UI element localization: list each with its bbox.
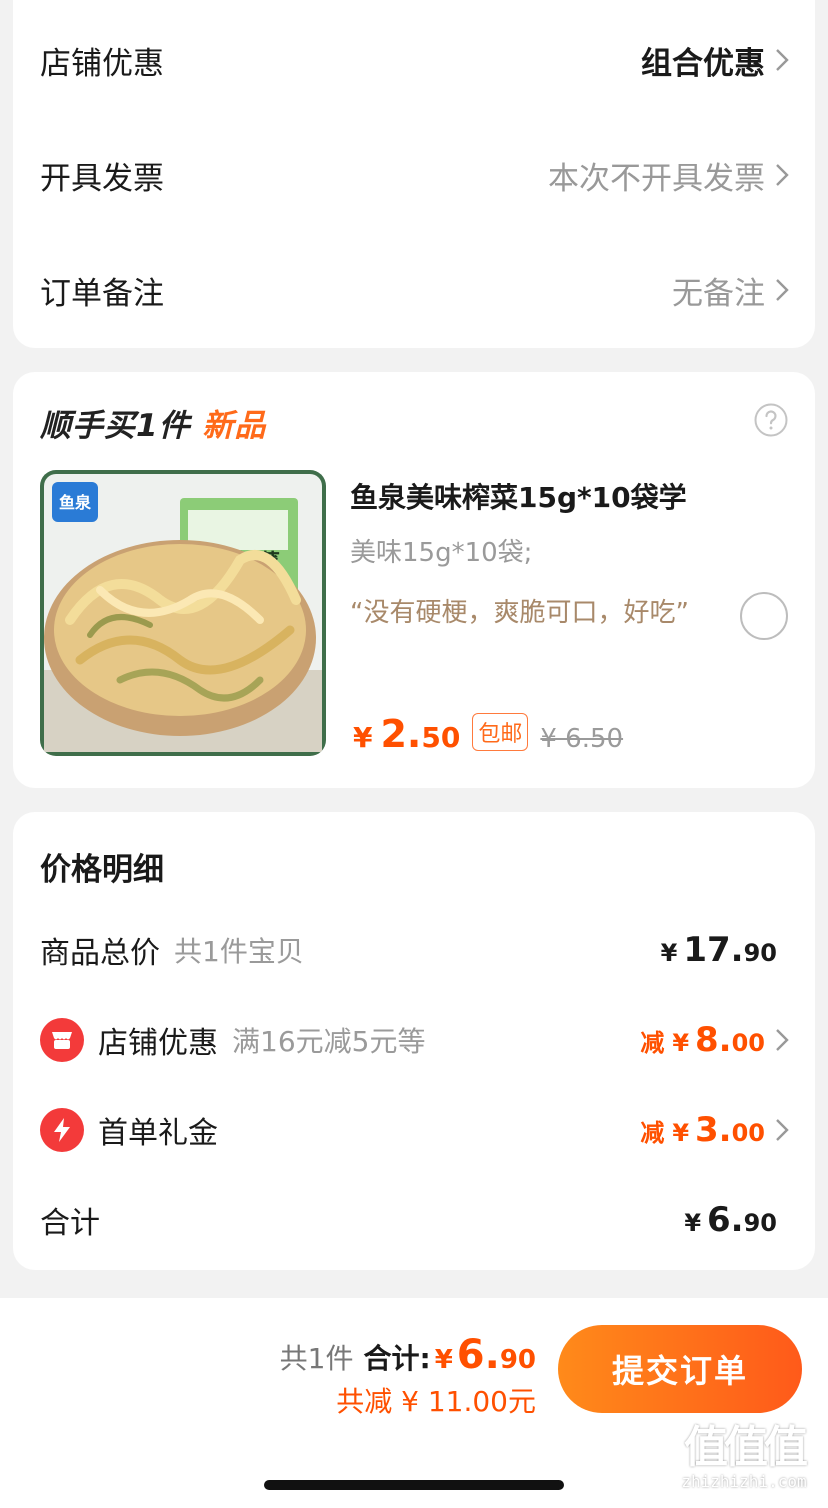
checkout-bar: 共1件 合计: ¥ 6. 90 共减 ¥ 11.00元 提交订单 值值值 zhi…: [0, 1298, 828, 1508]
shop-discount-row[interactable]: 店铺优惠 组合优惠: [13, 20, 815, 100]
minus-prefix: 减: [640, 1029, 665, 1057]
home-indicator[interactable]: [264, 1480, 564, 1490]
brand-logo: 鱼泉: [59, 493, 92, 512]
free-shipping-badge: 包邮: [472, 713, 529, 751]
minus-prefix: 减: [640, 1119, 665, 1147]
original-price: ¥ 6.50: [540, 724, 624, 754]
shop-discount-detail-sub: 满16元减5元等: [232, 1025, 426, 1058]
order-note-value: 无备注: [672, 275, 765, 312]
addon-title: 顺手买1件 新品: [40, 400, 266, 445]
shop-discount-detail-row[interactable]: 店铺优惠 满16元减5元等 减 ¥ 8. 00: [13, 1010, 815, 1070]
shop-discount-value: 组合优惠: [641, 45, 765, 82]
site-watermark: 值值值 zhizhizhi.com: [670, 1422, 818, 1492]
total-label: 合计: [40, 1206, 100, 1241]
pickle-bowl-image: 鱼泉榨菜 鱼泉: [40, 470, 326, 756]
amount-integer: 17.: [683, 930, 744, 970]
goods-total-sub: 共1件宝贝: [174, 935, 304, 968]
product-price: ¥ 2. 50 包邮 ¥ 6.50: [353, 712, 623, 757]
amount-decimal: 00: [731, 1119, 765, 1147]
price-integer: 2.: [380, 712, 422, 756]
invoice-row[interactable]: 开具发票 本次不开具发票: [13, 135, 815, 215]
addon-product-card: 顺手买1件 新品 鱼泉榨菜 鱼泉 鱼泉美味榨菜15g*10袋学 美味15g*10…: [13, 372, 815, 788]
watermark-url: zhizhizhi.com: [681, 1472, 807, 1491]
price-detail-card: 价格明细 商品总价 共1件宝贝 ¥ 17. 90 店铺优惠 满16元减5元等 减…: [13, 812, 815, 1270]
amount-decimal: 90: [743, 1209, 777, 1237]
first-order-row[interactable]: 首单礼金 减 ¥ 3. 00: [13, 1100, 815, 1160]
addon-title-highlight: 新品: [202, 408, 267, 444]
invoice-value: 本次不开具发票: [548, 160, 765, 197]
product-spec: 美味15g*10袋;: [350, 538, 533, 568]
item-count: 共1件: [279, 1342, 354, 1375]
amount-symbol: ¥: [660, 939, 678, 967]
sum-integer: 6.: [456, 1332, 500, 1378]
shop-discount-detail-label: 店铺优惠: [98, 1026, 218, 1061]
amount-decimal: 90: [743, 939, 777, 967]
lightning-icon: [40, 1108, 84, 1152]
sum-decimal: 90: [499, 1345, 536, 1375]
product-image[interactable]: 鱼泉榨菜 鱼泉: [40, 470, 326, 756]
amount-symbol: ¥: [672, 1029, 690, 1057]
sum-label: 合计:: [363, 1342, 431, 1375]
chevron-right-icon: [776, 279, 789, 301]
total-saved: 共减 ¥ 11.00元: [336, 1385, 536, 1418]
total-row: 合计 ¥ 6. 90: [13, 1190, 815, 1250]
addon-title-prefix: 顺手买1件: [40, 408, 191, 444]
first-order-label: 首单礼金: [98, 1116, 218, 1151]
price-detail-title: 价格明细: [40, 852, 164, 888]
select-radio[interactable]: [740, 592, 788, 640]
amount-symbol: ¥: [684, 1209, 702, 1237]
price-decimal: 50: [421, 721, 461, 754]
order-note-label: 订单备注: [40, 275, 164, 312]
goods-total-row: 商品总价 共1件宝贝 ¥ 17. 90: [13, 920, 815, 980]
order-options-card: 店铺优惠 组合优惠 开具发票 本次不开具发票 订单备注 无备注: [13, 0, 815, 348]
chevron-right-icon: [776, 1119, 789, 1141]
chevron-right-icon: [776, 1029, 789, 1051]
submit-order-button[interactable]: 提交订单: [558, 1325, 802, 1413]
question-circle-icon[interactable]: [754, 403, 788, 437]
product-review: “没有硬梗，爽脆可口，好吃”: [350, 598, 689, 628]
invoice-label: 开具发票: [40, 160, 164, 197]
watermark-logo: 值值值: [684, 1422, 808, 1473]
chevron-right-icon: [776, 164, 789, 186]
price-symbol: ¥: [353, 721, 373, 754]
amount-integer: 6.: [707, 1200, 744, 1240]
amount-symbol: ¥: [672, 1119, 690, 1147]
product-title[interactable]: 鱼泉美味榨菜15g*10袋学: [350, 476, 687, 516]
amount-integer: 3.: [695, 1110, 732, 1150]
chevron-right-icon: [776, 49, 789, 71]
order-note-row[interactable]: 订单备注 无备注: [13, 250, 815, 330]
shop-discount-label: 店铺优惠: [40, 45, 164, 82]
amount-integer: 8.: [695, 1020, 732, 1060]
sum-symbol: ¥: [434, 1345, 453, 1375]
sum-summary: 共1件 合计: ¥ 6. 90: [280, 1332, 536, 1378]
goods-total-label: 商品总价: [40, 936, 160, 971]
shop-icon: [40, 1018, 84, 1062]
amount-decimal: 00: [731, 1029, 765, 1057]
